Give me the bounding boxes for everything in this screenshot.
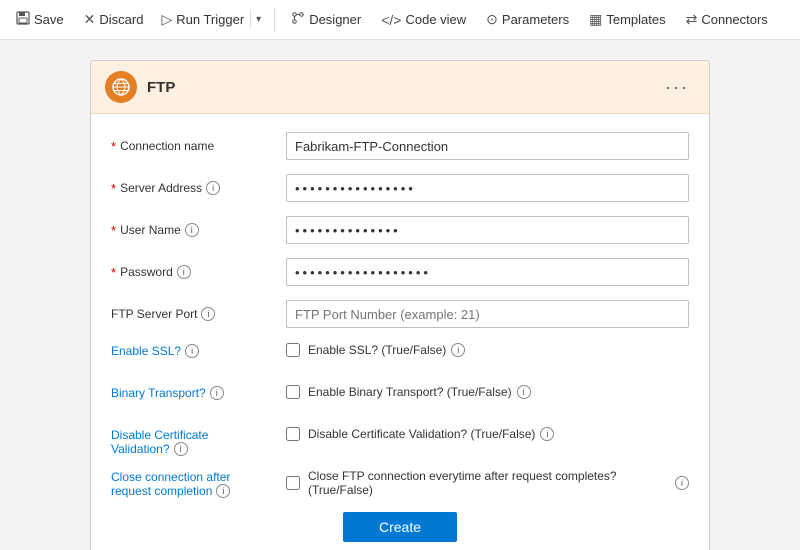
- code-view-button[interactable]: </> Code view: [373, 8, 474, 32]
- run-trigger-caret[interactable]: ▾: [250, 10, 266, 29]
- card-title: FTP: [147, 79, 175, 96]
- toolbar: Save ✕ Discard ▷ Run Trigger ▾ Designer …: [0, 0, 800, 40]
- parameters-icon: ⊙: [486, 11, 498, 28]
- parameters-label: Parameters: [502, 12, 569, 27]
- close-connection-row: Close connection after request completio…: [111, 466, 689, 498]
- ftp-port-label: FTP Server Port i: [111, 307, 286, 321]
- create-button[interactable]: Create: [343, 512, 457, 542]
- close-connection-checkbox-info-icon[interactable]: i: [675, 476, 689, 490]
- server-address-row: * Server Address i: [111, 172, 689, 204]
- required-star-4: *: [111, 265, 116, 280]
- required-star-2: *: [111, 181, 116, 196]
- templates-icon: ▦: [589, 11, 602, 28]
- templates-label: Templates: [606, 12, 665, 27]
- ftp-card: FTP ··· * Connection name * Server Addre…: [90, 60, 710, 550]
- discard-icon: ✕: [84, 11, 96, 28]
- disable-cert-field: Disable Certificate Validation? (True/Fa…: [286, 424, 689, 441]
- discard-button[interactable]: ✕ Discard: [76, 7, 152, 32]
- binary-transport-info-icon[interactable]: i: [210, 386, 224, 400]
- disable-cert-label: Disable Certificate Validation? i: [111, 424, 286, 456]
- ftp-port-row: FTP Server Port i: [111, 298, 689, 330]
- enable-ssl-checkbox-info-icon[interactable]: i: [451, 343, 465, 357]
- disable-cert-info-icon[interactable]: i: [174, 442, 188, 456]
- designer-label: Designer: [309, 12, 361, 27]
- connection-name-row: * Connection name: [111, 130, 689, 162]
- ftp-port-input[interactable]: [286, 300, 689, 328]
- disable-cert-checkbox-label: Disable Certificate Validation? (True/Fa…: [308, 427, 554, 441]
- designer-icon: [291, 11, 305, 28]
- password-row: * Password i: [111, 256, 689, 288]
- binary-transport-row: Binary Transport? i Enable Binary Transp…: [111, 382, 689, 414]
- code-view-label: Code view: [405, 12, 466, 27]
- run-trigger-label: Run Trigger: [176, 12, 244, 27]
- connectors-button[interactable]: ⇄ Connectors: [678, 7, 776, 32]
- binary-transport-checkbox[interactable]: [286, 385, 300, 399]
- binary-transport-checkbox-label: Enable Binary Transport? (True/False) i: [308, 385, 531, 399]
- save-button[interactable]: Save: [8, 7, 72, 32]
- close-connection-label-line1: Close connection after: [111, 470, 230, 484]
- save-label: Save: [34, 12, 64, 27]
- code-view-icon: </>: [381, 12, 401, 28]
- disable-cert-label-line1: Disable Certificate: [111, 428, 208, 442]
- main-area: FTP ··· * Connection name * Server Addre…: [0, 40, 800, 550]
- save-icon: [16, 11, 30, 28]
- password-info-icon[interactable]: i: [177, 265, 191, 279]
- run-trigger-button[interactable]: ▷ Run Trigger: [155, 7, 250, 32]
- create-btn-row: Create: [111, 512, 689, 542]
- connectors-label: Connectors: [701, 12, 767, 27]
- ftp-icon: [105, 71, 137, 103]
- card-header: FTP ···: [91, 61, 709, 114]
- caret-down-icon: ▾: [256, 14, 261, 25]
- close-connection-info-icon[interactable]: i: [216, 484, 230, 498]
- close-connection-checkbox[interactable]: [286, 476, 300, 490]
- ftp-port-info-icon[interactable]: i: [201, 307, 215, 321]
- disable-cert-row: Disable Certificate Validation? i Disabl…: [111, 424, 689, 456]
- server-address-info-icon[interactable]: i: [206, 181, 220, 195]
- password-input[interactable]: [286, 258, 689, 286]
- server-address-input[interactable]: [286, 174, 689, 202]
- enable-ssl-field: Enable SSL? (True/False) i: [286, 340, 689, 357]
- close-connection-field: Close FTP connection everytime after req…: [286, 466, 689, 497]
- required-star-1: *: [111, 139, 116, 154]
- binary-transport-field: Enable Binary Transport? (True/False) i: [286, 382, 689, 399]
- enable-ssl-label: Enable SSL? i: [111, 340, 286, 358]
- connection-name-label: * Connection name: [111, 139, 286, 154]
- connection-name-input[interactable]: [286, 132, 689, 160]
- username-label: * User Name i: [111, 223, 286, 238]
- card-header-left: FTP: [105, 71, 175, 103]
- enable-ssl-checkbox[interactable]: [286, 343, 300, 357]
- disable-cert-checkbox[interactable]: [286, 427, 300, 441]
- run-icon: ▷: [161, 11, 172, 28]
- disable-cert-checkbox-info-icon[interactable]: i: [540, 427, 554, 441]
- close-connection-label-line2: request completion i: [111, 484, 230, 498]
- disable-cert-label-line2: Validation? i: [111, 442, 188, 456]
- password-label: * Password i: [111, 265, 286, 280]
- close-connection-label: Close connection after request completio…: [111, 466, 286, 498]
- enable-ssl-row: Enable SSL? i Enable SSL? (True/False) i: [111, 340, 689, 372]
- username-row: * User Name i: [111, 214, 689, 246]
- connectors-icon: ⇄: [686, 11, 698, 28]
- username-input[interactable]: [286, 216, 689, 244]
- enable-ssl-info-icon[interactable]: i: [185, 344, 199, 358]
- templates-button[interactable]: ▦ Templates: [581, 7, 673, 32]
- card-menu-button[interactable]: ···: [659, 75, 695, 100]
- close-connection-checkbox-label: Close FTP connection everytime after req…: [308, 469, 689, 497]
- discard-label: Discard: [99, 12, 143, 27]
- enable-ssl-checkbox-label: Enable SSL? (True/False) i: [308, 343, 465, 357]
- parameters-button[interactable]: ⊙ Parameters: [478, 7, 577, 32]
- required-star-3: *: [111, 223, 116, 238]
- designer-button[interactable]: Designer: [283, 7, 369, 32]
- server-address-label: * Server Address i: [111, 181, 286, 196]
- binary-transport-checkbox-info-icon[interactable]: i: [517, 385, 531, 399]
- binary-transport-label: Binary Transport? i: [111, 382, 286, 400]
- toolbar-divider-1: [274, 8, 275, 32]
- card-body: * Connection name * Server Address i * U…: [91, 114, 709, 550]
- run-trigger-group: ▷ Run Trigger ▾: [155, 7, 266, 32]
- username-info-icon[interactable]: i: [185, 223, 199, 237]
